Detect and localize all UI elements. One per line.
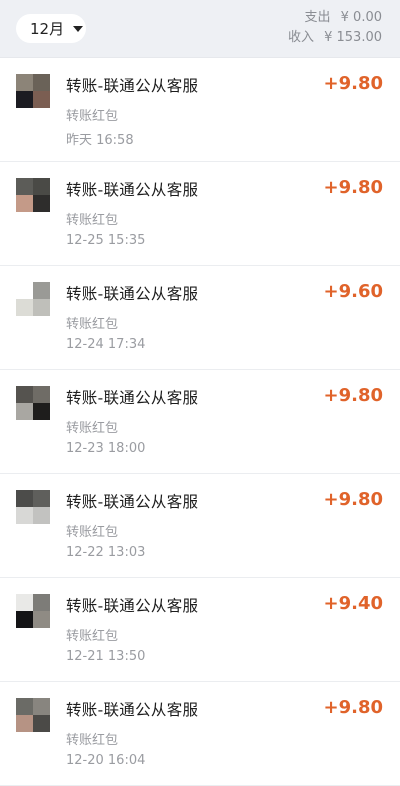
- transaction-subtitle: 转账红包: [66, 317, 119, 332]
- transaction-time: 12-25 15:35: [66, 233, 146, 248]
- caret-down-icon: [73, 25, 84, 32]
- transaction-time: 12-23 18:00: [66, 441, 146, 456]
- transaction-subtitle: 转账红包: [66, 109, 119, 124]
- avatar: [16, 74, 50, 108]
- transaction-title: 转账-联通公从客服: [66, 285, 199, 303]
- transaction-time: 12-21 13:50: [66, 649, 146, 664]
- transaction-time: 12-20 16:04: [66, 753, 146, 768]
- transaction-row[interactable]: 转账-联通公从客服 转账红包 12-20 16:04 +9.80: [0, 682, 400, 786]
- transaction-title: 转账-联通公从客服: [66, 77, 199, 95]
- transaction-row[interactable]: 转账-联通公从客服 转账红包 昨天 16:58 +9.80: [0, 58, 400, 162]
- transaction-time: 12-22 13:03: [66, 545, 146, 560]
- transaction-amount: +9.80: [323, 385, 384, 406]
- transaction-title: 转账-联通公从客服: [66, 181, 199, 199]
- transaction-subtitle: 转账红包: [66, 525, 119, 540]
- transaction-title: 转账-联通公从客服: [66, 493, 199, 511]
- transaction-amount: +9.80: [323, 489, 384, 510]
- transaction-amount: +9.80: [323, 177, 384, 198]
- transaction-amount: +9.60: [323, 281, 384, 302]
- avatar: [16, 282, 50, 316]
- expense-value: ¥ 0.00: [340, 10, 382, 25]
- transaction-row[interactable]: 转账-联通公从客服 转账红包 12-24 17:34 +9.60: [0, 266, 400, 370]
- transaction-row[interactable]: 转账-联通公从客服 转账红包 12-22 13:03 +9.80: [0, 474, 400, 578]
- income-value: ¥ 153.00: [324, 30, 382, 45]
- avatar: [16, 386, 50, 420]
- transaction-amount: +9.40: [323, 593, 384, 614]
- transaction-subtitle: 转账红包: [66, 213, 119, 228]
- transaction-subtitle: 转账红包: [66, 733, 119, 748]
- transaction-title: 转账-联通公从客服: [66, 389, 199, 407]
- month-label: 12月: [30, 20, 65, 38]
- avatar: [16, 178, 50, 212]
- transaction-row[interactable]: 转账-联通公从客服 转账红包 12-23 18:00 +9.80: [0, 370, 400, 474]
- transaction-subtitle: 转账红包: [66, 421, 119, 436]
- month-selector[interactable]: 12月: [16, 14, 86, 43]
- transaction-row[interactable]: 转账-联通公从客服 转账红包 12-21 13:50 +9.40: [0, 578, 400, 682]
- monthly-summary: 支出 ¥ 0.00 收入 ¥ 153.00: [288, 8, 382, 48]
- transaction-row[interactable]: 转账-联通公从客服 转账红包 12-25 15:35 +9.80: [0, 162, 400, 266]
- transaction-list: 转账-联通公从客服 转账红包 昨天 16:58 +9.80 转账-联通公从客服 …: [0, 58, 400, 786]
- transaction-amount: +9.80: [323, 697, 384, 718]
- transaction-subtitle: 转账红包: [66, 629, 119, 644]
- transaction-time: 昨天 16:58: [66, 133, 134, 148]
- transaction-time: 12-24 17:34: [66, 337, 146, 352]
- bill-header: 12月 支出 ¥ 0.00 收入 ¥ 153.00: [0, 0, 400, 58]
- avatar: [16, 594, 50, 628]
- avatar: [16, 490, 50, 524]
- transaction-amount: +9.80: [323, 73, 384, 94]
- transaction-title: 转账-联通公从客服: [66, 597, 199, 615]
- income-label: 收入: [287, 30, 314, 45]
- avatar: [16, 698, 50, 732]
- expense-label: 支出: [304, 10, 331, 25]
- transaction-title: 转账-联通公从客服: [66, 701, 199, 719]
